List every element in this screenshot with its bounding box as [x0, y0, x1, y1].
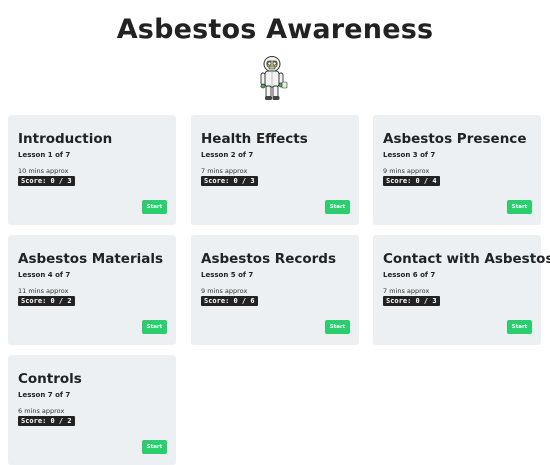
page-title: Asbestos Awareness: [116, 14, 434, 45]
lesson-number: Lesson 7 of 7: [18, 391, 71, 399]
start-button[interactable]: Start: [507, 320, 532, 334]
lesson-title: Asbestos Presence: [383, 131, 527, 147]
lesson-number: Lesson 3 of 7: [383, 151, 436, 159]
lesson-title: Health Effects: [201, 131, 308, 147]
lesson-number: Lesson 5 of 7: [201, 271, 254, 279]
lesson-card-introduction: Introduction Lesson 1 of 7 10 mins appro…: [8, 115, 176, 225]
score-badge: Score: 0 / 3: [383, 296, 440, 306]
lesson-title: Introduction: [18, 131, 113, 147]
score-badge: Score: 0 / 2: [18, 416, 75, 426]
lesson-duration: 11 mins approx: [18, 287, 69, 295]
lesson-card-asbestos-records: Asbestos Records Lesson 5 of 7 9 mins ap…: [191, 235, 359, 345]
lesson-title: Asbestos Materials: [18, 251, 164, 267]
score-badge: Score: 0 / 6: [201, 296, 258, 306]
score-badge: Score: 0 / 4: [383, 176, 440, 186]
start-button[interactable]: Start: [142, 320, 167, 334]
lesson-duration: 10 mins approx: [18, 167, 69, 175]
score-badge: Score: 0 / 3: [18, 176, 75, 186]
score-badge: Score: 0 / 2: [18, 296, 75, 306]
lesson-card-asbestos-materials: Asbestos Materials Lesson 4 of 7 11 mins…: [8, 235, 176, 345]
start-button[interactable]: Start: [142, 440, 167, 454]
lesson-card-controls: Controls Lesson 7 of 7 6 mins approx Sco…: [8, 355, 176, 465]
lesson-number: Lesson 1 of 7: [18, 151, 71, 159]
lesson-duration: 7 mins approx: [383, 287, 430, 295]
start-button[interactable]: Start: [325, 200, 350, 214]
start-button[interactable]: Start: [325, 320, 350, 334]
lesson-duration: 7 mins approx: [201, 167, 248, 175]
lesson-card-contact-with-asbestos: Contact with Asbestos Lesson 6 of 7 7 mi…: [373, 235, 550, 345]
hazmat-worker-icon: [260, 56, 288, 100]
start-button[interactable]: Start: [507, 200, 532, 214]
lesson-title: Controls: [18, 371, 82, 387]
start-button[interactable]: Start: [142, 200, 167, 214]
lesson-number: Lesson 4 of 7: [18, 271, 71, 279]
lesson-card-health-effects: Health Effects Lesson 2 of 7 7 mins appr…: [191, 115, 359, 225]
lesson-card-asbestos-presence: Asbestos Presence Lesson 3 of 7 9 mins a…: [373, 115, 541, 225]
lesson-number: Lesson 2 of 7: [201, 151, 254, 159]
lesson-title: Contact with Asbestos: [383, 251, 550, 267]
lesson-duration: 9 mins approx: [383, 167, 430, 175]
lesson-duration: 6 mins approx: [18, 407, 65, 415]
lesson-duration: 9 mins approx: [201, 287, 248, 295]
lesson-number: Lesson 6 of 7: [383, 271, 436, 279]
lesson-title: Asbestos Records: [201, 251, 336, 267]
score-badge: Score: 0 / 3: [201, 176, 258, 186]
